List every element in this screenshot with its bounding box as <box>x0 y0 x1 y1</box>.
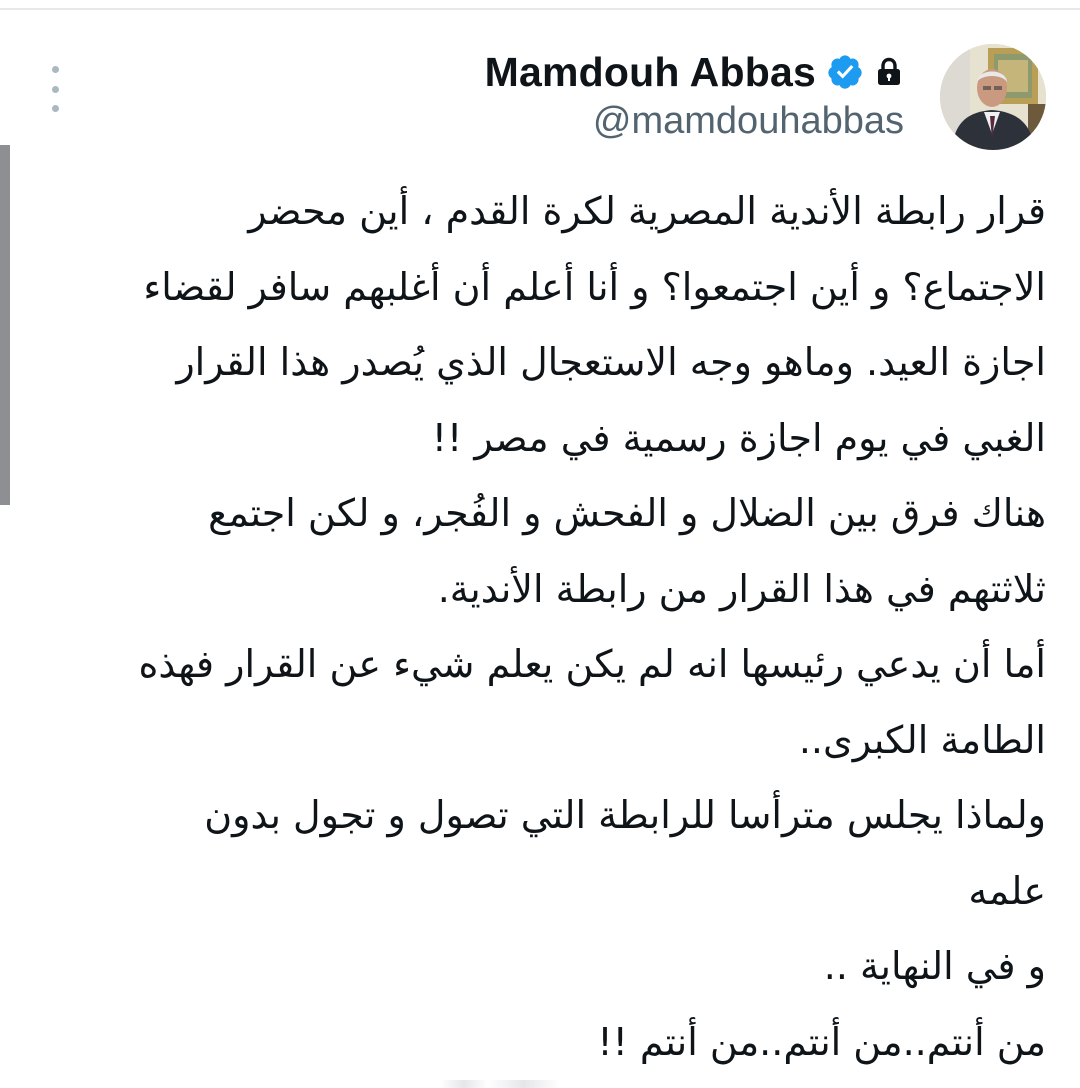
tweet-text-line: و في النهاية .. <box>823 944 1046 988</box>
avatar[interactable] <box>940 44 1046 150</box>
tweet-text-line: الطامة الكبرى.. <box>798 717 1046 762</box>
tweet-text-line: أما أن يدعي رئيسها انه لم يكن يعلم شيء ع… <box>138 642 1046 686</box>
tweet-text-line: هناك فرق بين الضلال و الفحش و الفُجر، و … <box>208 491 1046 535</box>
tweet-text-line: اجازة العيد. وماهو وجه الاستعجال الذي يُ… <box>176 340 1046 384</box>
tweet-text-line: علمه <box>968 868 1046 913</box>
scrollbar[interactable] <box>0 145 10 505</box>
author-display-name[interactable]: Mamdouh Abbas <box>485 46 816 98</box>
more-options-button[interactable] <box>40 66 70 112</box>
verified-badge-icon <box>828 55 862 89</box>
tweet-text-line: الغبي في يوم اجازة رسمية في مصر !! <box>431 415 1046 460</box>
tweet-text-line: ولماذا يجلس مترأسا للرابطة التي تصول و ت… <box>204 793 1046 837</box>
tweet-text-line: الاجتماع؟ و أين اجتمعوا؟ و أنا أعلم أن أ… <box>143 264 1046 309</box>
avatar-photo <box>940 44 1046 150</box>
tweet-text: قرار رابطة الأندية المصرية لكرة القدم ، … <box>30 174 1046 1080</box>
cut-off-text-fragment <box>440 1080 560 1088</box>
lock-icon <box>878 57 900 85</box>
tweet-text-line: من أنتم..من أنتم..من أنتم !! <box>597 1019 1046 1064</box>
tweet-text-line: قرار رابطة الأندية المصرية لكرة القدم ، … <box>248 189 1046 233</box>
more-vertical-icon <box>51 105 59 112</box>
author-handle[interactable]: @mamdouhabbas <box>593 96 904 146</box>
more-vertical-icon <box>51 85 59 93</box>
more-vertical-icon <box>51 66 59 73</box>
top-divider <box>0 8 1080 10</box>
author-name-row[interactable]: Mamdouh Abbas <box>485 46 902 98</box>
tweet-text-line: ثلاثتهم في هذا القرار من رابطة الأندية. <box>437 566 1046 611</box>
tweet-screenshot: Mamdouh Abbas @mamdouhabbas قرار رابطة ا… <box>0 0 1080 1088</box>
